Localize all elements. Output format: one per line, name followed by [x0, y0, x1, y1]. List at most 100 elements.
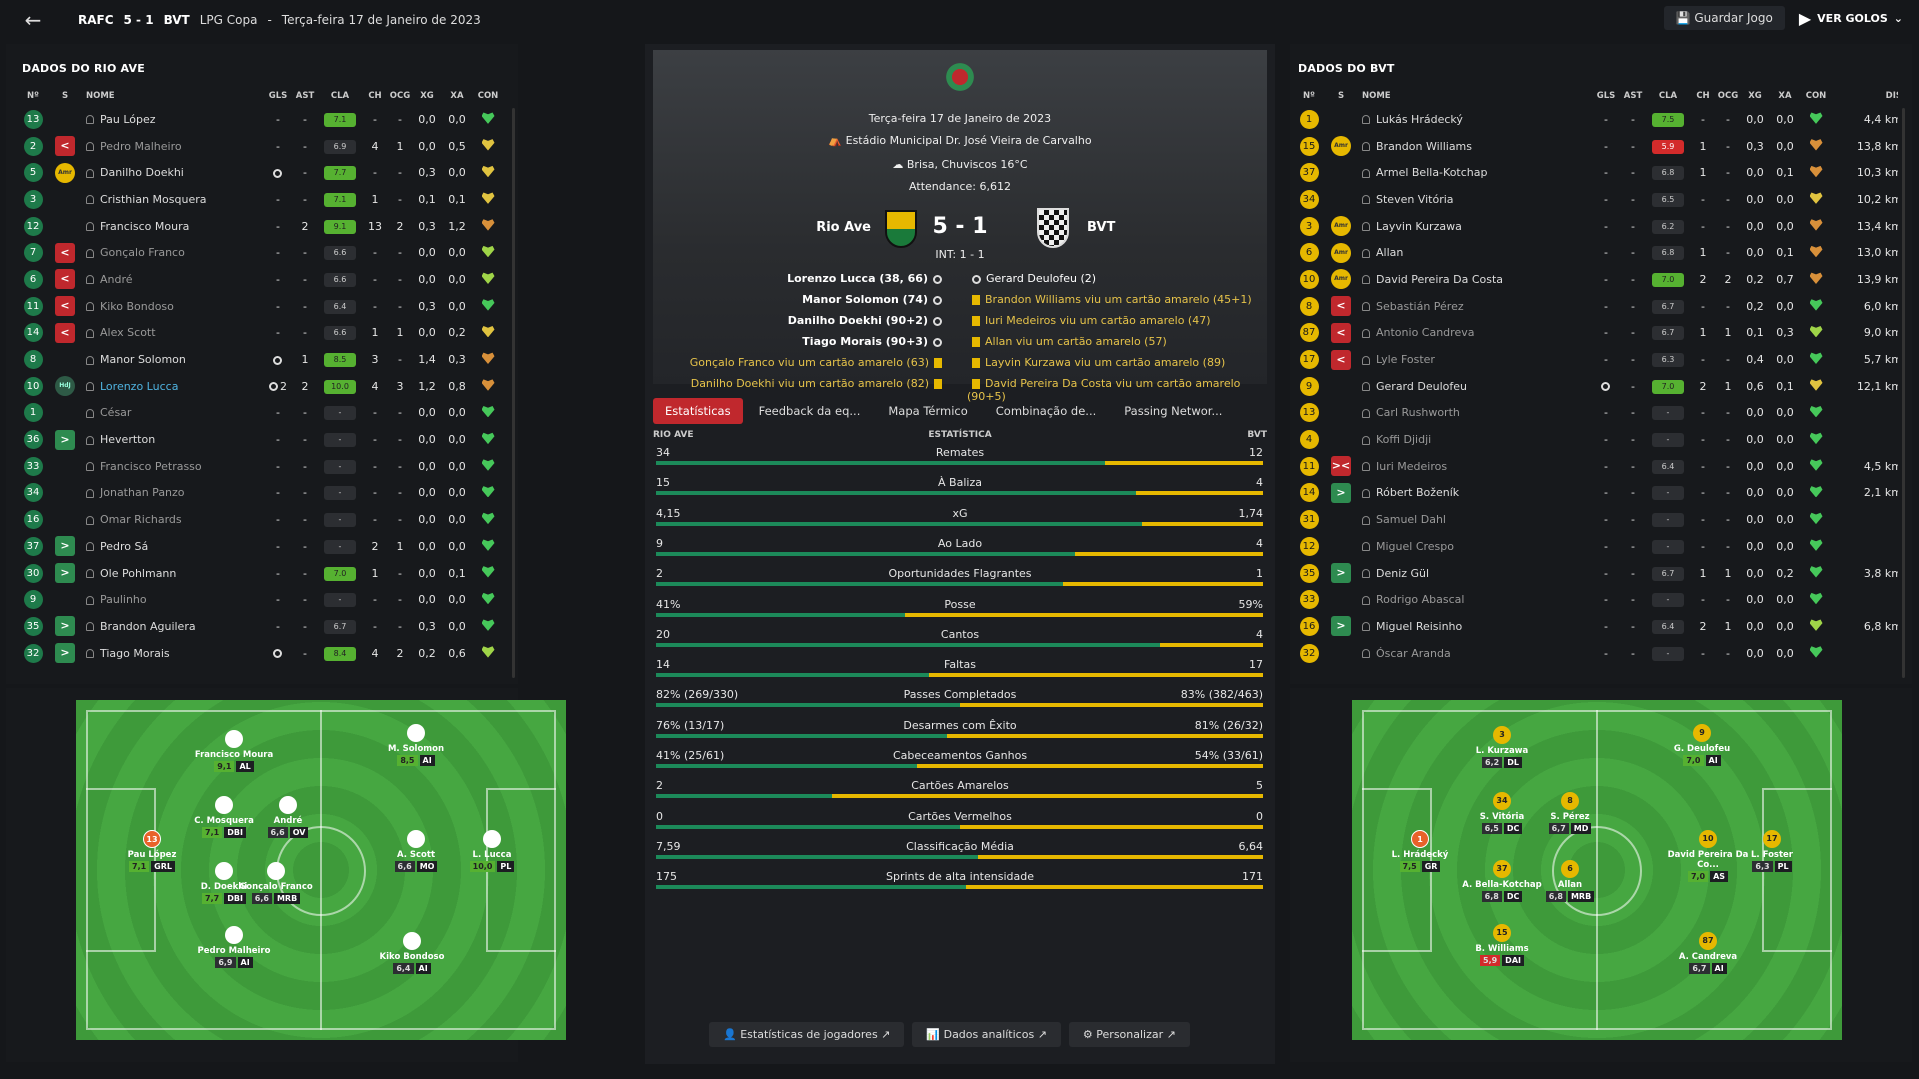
player-name-cell[interactable]: César [86, 406, 264, 419]
pitch-player[interactable]: 87 A. Candreva 6,7 AI [1658, 932, 1758, 974]
away-team-abbr[interactable]: BVT [164, 13, 190, 27]
player-name[interactable]: Pedro Malheiro [100, 140, 182, 153]
home-table-scrollbar[interactable] [512, 108, 515, 678]
player-name-cell[interactable]: Pedro Sá [86, 540, 264, 553]
player-name-cell[interactable]: Allan [1362, 246, 1592, 259]
table-row[interactable]: 2 < Pedro Malheiro - - 6.9 4 1 0,0 0,5 12,4 km [22, 133, 510, 160]
pitch-player[interactable]: Francisco Moura 9,1 AL [184, 730, 284, 772]
table-row[interactable]: 35 > Deniz Gül - - 6.7 1 1 0,0 0,2 3,8 km [1298, 560, 1898, 587]
player-name[interactable]: Armel Bella-Kotchap [1376, 166, 1487, 179]
player-name-cell[interactable]: Gonçalo Franco [86, 246, 264, 259]
table-row[interactable]: 7 < Gonçalo Franco - - 6.6 - - 0,0 0,0 9,3 km [22, 239, 510, 266]
table-row[interactable]: 14 > Róbert Boženík - - - - - 0,0 0,0 2,1 km [1298, 480, 1898, 507]
player-name[interactable]: Francisco Petrasso [100, 460, 202, 473]
column-header-num[interactable]: Nº [22, 91, 44, 101]
player-name-cell[interactable]: Lyle Foster [1362, 353, 1592, 366]
player-name-cell[interactable]: Carl Rushworth [1362, 406, 1592, 419]
column-header-ast[interactable]: AST [1620, 91, 1646, 101]
pitch-player[interactable]: André 6,6 OV [238, 796, 338, 838]
pitch-player[interactable]: Pedro Malheiro 6,9 AI [184, 926, 284, 968]
column-header-dis[interactable]: DIS [1832, 91, 1898, 101]
column-header-name[interactable]: NOME [86, 91, 264, 101]
player-name-cell[interactable]: Paulinho [86, 593, 264, 606]
player-name-cell[interactable]: Miguel Crespo [1362, 540, 1592, 553]
column-header-xa[interactable]: XA [1770, 91, 1800, 101]
player-name[interactable]: Francisco Moura [100, 220, 189, 233]
table-row[interactable]: 8 Manor Solomon 1 8.5 3 - 1,4 0,3 13,1 km [22, 346, 510, 373]
player-name-cell[interactable]: Omar Richards [86, 513, 264, 526]
table-row[interactable]: 6 < André - - 6.6 - - 0,0 0,0 10,8 km [22, 266, 510, 293]
player-name[interactable]: Hevertton [100, 433, 155, 446]
player-name[interactable]: Sebastián Pérez [1376, 300, 1464, 313]
player-name-cell[interactable]: Rodrigo Abascal [1362, 593, 1592, 606]
bottom-button-0[interactable]: 👤 Estatísticas de jogadores ↗ [709, 1022, 905, 1047]
table-row[interactable]: 32 Óscar Aranda - - - - - 0,0 0,0 - [1298, 640, 1898, 667]
pitch-player[interactable]: L. Lucca 10,0 PL [442, 830, 542, 872]
player-name[interactable]: Carl Rushworth [1376, 406, 1460, 419]
column-header-cla[interactable]: CLA [1646, 91, 1690, 101]
column-header-name[interactable]: NOME [1362, 91, 1592, 101]
table-row[interactable]: 32 > Tiago Morais - 8.4 4 2 0,2 0,6 7,1 km [22, 640, 510, 667]
player-name[interactable]: César [100, 406, 131, 419]
player-name-cell[interactable]: Armel Bella-Kotchap [1362, 166, 1592, 179]
competition-name[interactable]: LPG Copa [200, 13, 258, 27]
player-name[interactable]: Layvin Kurzawa [1376, 220, 1462, 233]
column-header-ocg[interactable]: OCG [1716, 91, 1740, 101]
table-row[interactable]: 3 Amr Layvin Kurzawa - - 6.2 - - 0,0 0,0 13,4 km [1298, 213, 1898, 240]
table-row[interactable]: 12 Francisco Moura - 2 9.1 13 2 0,3 1,2 14,5 km [22, 213, 510, 240]
table-row[interactable]: 17 < Lyle Foster - - 6.3 - - 0,4 0,0 5,7 km [1298, 346, 1898, 373]
player-name-cell[interactable]: Róbert Boženík [1362, 486, 1592, 499]
table-row[interactable]: 33 Rodrigo Abascal - - - - - 0,0 0,0 - [1298, 586, 1898, 613]
player-name[interactable]: Lorenzo Lucca [100, 380, 178, 393]
player-name-cell[interactable]: Francisco Petrasso [86, 460, 264, 473]
column-header-dis[interactable]: DIS [504, 91, 510, 101]
pitch-player[interactable]: 15 B. Williams 5,9 DAI [1452, 924, 1552, 966]
table-row[interactable]: 10 Amr David Pereira Da Costa - - 7.0 2 2 0,2 0,7… [1298, 266, 1898, 293]
player-name-cell[interactable]: Brandon Williams [1362, 140, 1592, 153]
player-name-cell[interactable]: Antonio Candreva [1362, 326, 1592, 339]
player-name[interactable]: David Pereira Da Costa [1376, 273, 1503, 286]
player-name[interactable]: Iuri Medeiros [1376, 460, 1447, 473]
player-name-cell[interactable]: David Pereira Da Costa [1362, 273, 1592, 286]
column-header-ast[interactable]: AST [292, 91, 318, 101]
tab-2[interactable]: Mapa Térmico [876, 398, 979, 424]
player-name[interactable]: Alex Scott [100, 326, 156, 339]
table-row[interactable]: 6 Amr Allan - - 6.8 1 - 0,0 0,1 13,0 km [1298, 239, 1898, 266]
player-name[interactable]: Samuel Dahl [1376, 513, 1446, 526]
away-table-scrollbar[interactable] [1902, 108, 1905, 678]
player-name[interactable]: Óscar Aranda [1376, 647, 1451, 660]
tab-3[interactable]: Combinação de... [984, 398, 1109, 424]
player-name-cell[interactable]: Deniz Gül [1362, 567, 1592, 580]
table-row[interactable]: 34 Steven Vitória - - 6.5 - - 0,0 0,0 10,2 km [1298, 186, 1898, 213]
player-name-cell[interactable]: Manor Solomon [86, 353, 264, 366]
table-row[interactable]: 8 < Sebastián Pérez - - 6.7 - - 0,2 0,0 6,0 km [1298, 293, 1898, 320]
player-name[interactable]: Jonathan Panzo [100, 486, 185, 499]
player-name[interactable]: Ole Pohlmann [100, 567, 176, 580]
save-game-button[interactable]: 💾 Guardar Jogo [1663, 6, 1785, 30]
player-name-cell[interactable]: Danilho Doekhi [86, 166, 264, 179]
column-header-cla[interactable]: CLA [318, 91, 362, 101]
player-name[interactable]: Pedro Sá [100, 540, 148, 553]
player-name-cell[interactable]: Hevertton [86, 433, 264, 446]
player-name-cell[interactable]: Kiko Bondoso [86, 300, 264, 313]
away-team-name[interactable]: BVT [1087, 220, 1115, 235]
player-name[interactable]: Allan [1376, 246, 1403, 259]
table-row[interactable]: 11 >< Iuri Medeiros - - 6.4 - - 0,0 0,0 4,5 km [1298, 453, 1898, 480]
player-name-cell[interactable]: Iuri Medeiros [1362, 460, 1592, 473]
player-name[interactable]: Miguel Crespo [1376, 540, 1454, 553]
table-row[interactable]: 10 HdJ Lorenzo Lucca 22 10.0 4 3 1,2 0,8 11,7 km [22, 373, 510, 400]
pitch-player[interactable]: 8 S. Pérez 6,7 MD [1520, 792, 1620, 834]
player-name[interactable]: Danilho Doekhi [100, 166, 184, 179]
bottom-button-1[interactable]: 📊 Dados analíticos ↗ [912, 1022, 1061, 1047]
pitch-player[interactable]: 6 Allan 6,8 MRB [1520, 860, 1620, 902]
column-header-ch[interactable]: CH [362, 91, 388, 101]
column-header-con[interactable]: CON [472, 91, 504, 101]
player-name[interactable]: Brandon Aguilera [100, 620, 196, 633]
table-row[interactable]: 5 Amr Danilho Doekhi - 7.7 - - 0,3 0,0 11,4 km [22, 159, 510, 186]
player-name[interactable]: Koffi Djidji [1376, 433, 1431, 446]
player-name-cell[interactable]: Francisco Moura [86, 220, 264, 233]
pitch-player[interactable]: Kiko Bondoso 6,4 AI [362, 932, 462, 974]
home-team-abbr[interactable]: RAFC [78, 13, 114, 27]
player-name-cell[interactable]: Pau López [86, 113, 264, 126]
column-header-con[interactable]: CON [1800, 91, 1832, 101]
